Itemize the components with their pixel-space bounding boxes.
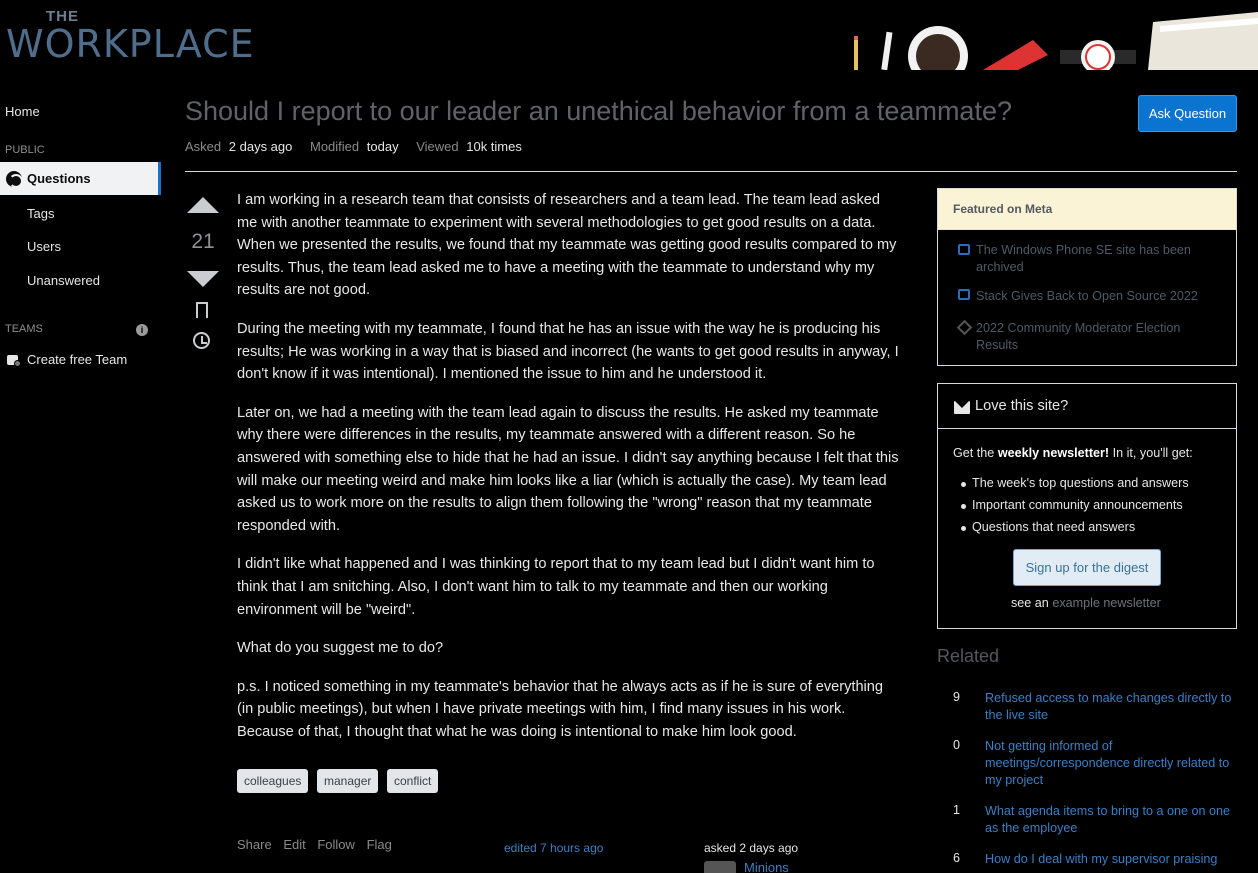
modified-label: Modified: [310, 139, 360, 154]
site-logo[interactable]: THE WORKPLACE: [6, 8, 256, 66]
related-link[interactable]: What agenda items to bring to a one on o…: [985, 803, 1235, 837]
featured-item[interactable]: 2022 Community Moderator Election Result…: [976, 320, 1216, 354]
newsletter-intro: Get the weekly newsletter! In it, you'll…: [953, 446, 1193, 460]
desk-illustration: [854, 12, 1258, 70]
edited-link[interactable]: edited 7 hours ago: [504, 841, 603, 855]
nav-questions-label: Questions: [27, 171, 91, 186]
pencil-shape: [854, 40, 858, 70]
asked-timestamp: asked 2 days ago: [704, 841, 799, 855]
question-body: I am working in a research team that con…: [237, 189, 902, 759]
flag-link[interactable]: Flag: [367, 837, 392, 852]
featured-on-meta-widget: Featured on Meta The Windows Phone SE si…: [937, 188, 1237, 366]
newsletter-list-item: Important community announcements: [961, 498, 1189, 520]
stapler-shape: [983, 40, 1048, 70]
body-paragraph: Later on, we had a meeting with the team…: [237, 404, 899, 534]
nav-public-heading: PUBLIC: [5, 144, 45, 156]
newsletter-heading-text: Love this site?: [975, 398, 1069, 414]
question-title[interactable]: Should I report to our leader an unethic…: [185, 96, 1085, 127]
nav-home[interactable]: Home: [5, 104, 40, 119]
newsletter-list: The week's top questions and answers Imp…: [961, 476, 1189, 542]
tag-colleagues[interactable]: colleagues: [237, 769, 309, 793]
page: THE WORKPLACE Home PUBLIC Questions Tags…: [0, 0, 1258, 873]
author-link[interactable]: Minions: [744, 860, 789, 873]
site-header: THE WORKPLACE: [0, 0, 1258, 70]
vote-count: 21: [191, 230, 215, 253]
tag-manager[interactable]: manager: [317, 769, 379, 793]
envelope-icon: [954, 401, 970, 414]
body-paragraph: p.s. I noticed something in my teammate'…: [237, 678, 884, 740]
downvote-arrow-icon[interactable]: [187, 271, 219, 287]
newsletter-heading: Love this site?: [938, 384, 1236, 429]
featured-item[interactable]: The Windows Phone SE site has been archi…: [976, 242, 1216, 276]
asked-value: 2 days ago: [228, 139, 293, 154]
body-paragraph: I didn't like what happened and I was th…: [237, 556, 875, 618]
info-icon[interactable]: i: [136, 324, 148, 336]
briefcase-icon: [7, 353, 21, 367]
featured-heading: Featured on Meta: [938, 189, 1236, 230]
featured-item[interactable]: Stack Gives Back to Open Source 2022: [976, 288, 1216, 305]
pen-shape: [881, 31, 893, 70]
related-score: 6: [953, 851, 961, 865]
related-link[interactable]: How do I deal with my supervisor praisin…: [985, 851, 1235, 868]
watch-dial-shape: [1085, 44, 1111, 70]
related-score: 9: [953, 690, 961, 704]
create-free-team-link[interactable]: Create free Team: [27, 352, 127, 367]
diamond-icon: [956, 319, 973, 336]
body-paragraph: I am working in a research team that con…: [237, 192, 897, 299]
edit-link[interactable]: Edit: [283, 837, 305, 852]
newsletter-list-item: Questions that need answers: [961, 520, 1189, 542]
post-menu: Share Edit Follow Flag: [237, 837, 400, 852]
upvote-arrow-icon[interactable]: [187, 197, 219, 213]
sign-up-digest-button[interactable]: Sign up for the digest: [1013, 549, 1161, 586]
body-paragraph: During the meeting with my teammate, I f…: [237, 320, 899, 383]
viewed-value: 10k times: [466, 139, 522, 154]
example-newsletter-line: see an example newsletter: [1011, 596, 1161, 610]
related-link[interactable]: Not getting informed of meetings/corresp…: [985, 738, 1235, 789]
related-score: 1: [953, 803, 961, 817]
modified-value[interactable]: today: [367, 139, 399, 154]
share-link[interactable]: Share: [237, 837, 272, 852]
body-paragraph: What do you suggest me to do?: [237, 640, 444, 657]
see-an-text: see an: [1011, 596, 1049, 610]
logo-workplace-text: WORKPLACE: [6, 22, 255, 66]
avatar[interactable]: [704, 861, 736, 873]
bookmark-icon[interactable]: [196, 302, 208, 320]
related-score: 0: [953, 738, 961, 752]
asked-label: Asked: [185, 139, 222, 154]
nav-users[interactable]: Users: [27, 239, 61, 254]
newsletter-widget: Love this site? Get the weekly newslette…: [937, 383, 1237, 629]
newsletter-list-item: The week's top questions and answers: [961, 476, 1189, 498]
question-meta: Asked 2 days ago Modified today Viewed 1…: [185, 139, 536, 154]
nav-unanswered[interactable]: Unanswered: [27, 273, 100, 288]
history-icon[interactable]: [193, 332, 210, 349]
globe-icon: [6, 171, 23, 188]
newsletter-intro-post: In it, you'll get:: [1109, 446, 1193, 460]
related-link[interactable]: Refused access to make changes directly …: [985, 690, 1235, 724]
nav-questions[interactable]: Questions: [0, 162, 161, 195]
chat-bubble-icon: [958, 244, 970, 255]
pencil-eraser-shape: [854, 36, 858, 40]
nav-teams-heading: TEAMS: [5, 323, 43, 335]
newsletter-intro-pre: Get the: [953, 446, 998, 460]
follow-link[interactable]: Follow: [317, 837, 355, 852]
example-newsletter-link[interactable]: example newsletter: [1052, 596, 1161, 610]
header-divider: [185, 171, 1237, 172]
tag-conflict[interactable]: conflict: [387, 769, 439, 793]
nav-tags[interactable]: Tags: [27, 206, 54, 221]
related-heading: Related: [937, 646, 1000, 666]
ask-question-button[interactable]: Ask Question: [1138, 95, 1237, 132]
chat-bubble-icon: [958, 289, 970, 300]
tag-list: colleagues manager conflict: [237, 769, 443, 793]
viewed-label: Viewed: [416, 139, 459, 154]
newsletter-intro-bold: weekly newsletter!: [997, 446, 1110, 460]
